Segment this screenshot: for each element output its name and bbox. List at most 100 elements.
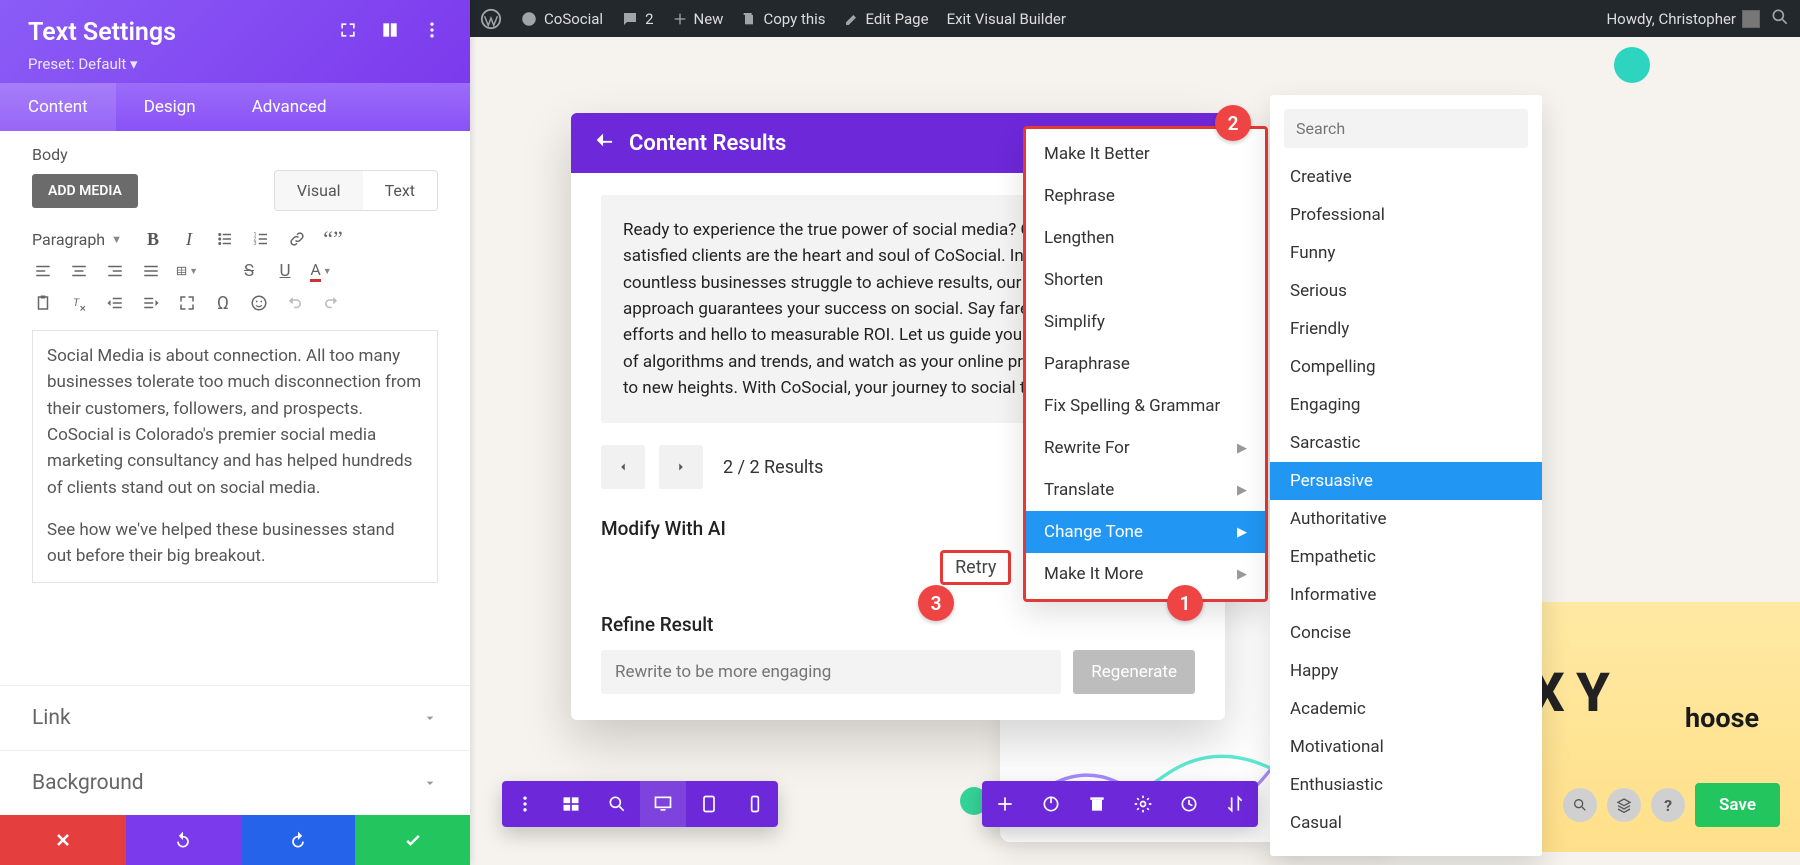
tablet-view-icon[interactable] [686, 781, 732, 827]
tone-item[interactable]: Persuasive [1270, 462, 1542, 500]
redo-icon[interactable] [320, 292, 342, 314]
ai-menu-item[interactable]: Make It More▶ [1026, 553, 1265, 595]
indent-icon[interactable] [140, 292, 162, 314]
wp-logo-icon[interactable] [480, 8, 502, 30]
ul-icon[interactable] [214, 228, 236, 250]
edit-page[interactable]: Edit Page [844, 10, 929, 28]
refine-input[interactable] [601, 650, 1061, 694]
italic-icon[interactable]: I [178, 228, 200, 250]
add-icon[interactable] [982, 781, 1028, 827]
wireframe-icon[interactable] [548, 781, 594, 827]
sort-icon[interactable] [1212, 781, 1258, 827]
ai-menu-item[interactable]: Shorten [1026, 259, 1265, 301]
tone-item[interactable]: Professional [1270, 196, 1542, 234]
ai-menu-item[interactable]: Rewrite For▶ [1026, 427, 1265, 469]
undo-button[interactable] [126, 815, 241, 865]
more-icon[interactable] [502, 781, 548, 827]
block-format-select[interactable]: Paragraph ▼ [32, 230, 128, 249]
save-button[interactable]: Save [1695, 783, 1780, 827]
tab-content[interactable]: Content [0, 83, 116, 131]
power-icon[interactable] [1028, 781, 1074, 827]
ai-menu-item[interactable]: Translate▶ [1026, 469, 1265, 511]
search-icon[interactable] [1770, 7, 1790, 31]
table-icon[interactable]: ▼ [176, 260, 198, 282]
preset-selector[interactable]: Preset: Default ▾ [28, 55, 442, 73]
emoji-icon[interactable] [248, 292, 270, 314]
site-name[interactable]: CoSocial [520, 10, 603, 28]
outdent-icon[interactable] [104, 292, 126, 314]
add-media-button[interactable]: ADD MEDIA [32, 174, 138, 208]
columns-icon[interactable] [380, 18, 400, 47]
link-icon[interactable] [286, 228, 308, 250]
undo-icon[interactable] [284, 292, 306, 314]
confirm-button[interactable] [355, 815, 470, 865]
retry-button[interactable]: Retry [940, 550, 1011, 585]
phone-view-icon[interactable] [732, 781, 778, 827]
back-icon[interactable] [593, 129, 615, 157]
comments[interactable]: 2 [621, 10, 653, 28]
tone-item[interactable]: Funny [1270, 234, 1542, 272]
history-icon[interactable] [1166, 781, 1212, 827]
special-char-icon[interactable]: Ω [212, 292, 234, 314]
text-color-icon[interactable]: A▼ [310, 260, 332, 282]
ai-menu-item[interactable]: Rephrase [1026, 175, 1265, 217]
expand-icon[interactable] [338, 18, 358, 47]
fullscreen-icon[interactable] [176, 292, 198, 314]
redo-button[interactable] [241, 815, 356, 865]
align-left-icon[interactable] [32, 260, 54, 282]
tone-item[interactable]: Academic [1270, 690, 1542, 728]
new-content[interactable]: New [672, 10, 724, 28]
next-result-button[interactable] [659, 445, 703, 489]
layers-icon[interactable] [1607, 788, 1641, 822]
ai-menu-item[interactable]: Paraphrase [1026, 343, 1265, 385]
editor-tab-visual[interactable]: Visual [275, 171, 363, 210]
tone-item[interactable]: Sarcastic [1270, 424, 1542, 462]
tone-item[interactable]: Concise [1270, 614, 1542, 652]
tone-item[interactable]: Compelling [1270, 348, 1542, 386]
bold-icon[interactable]: B [142, 228, 164, 250]
underline-icon[interactable]: U [274, 260, 296, 282]
ai-menu-item[interactable]: Change Tone▶ [1026, 511, 1265, 553]
search-page-icon[interactable] [1563, 788, 1597, 822]
desktop-view-icon[interactable] [640, 781, 686, 827]
tab-design[interactable]: Design [116, 83, 224, 131]
align-center-icon[interactable] [68, 260, 90, 282]
paste-icon[interactable] [32, 292, 54, 314]
tone-item[interactable]: Empathetic [1270, 538, 1542, 576]
tone-item[interactable]: Serious [1270, 272, 1542, 310]
tab-advanced[interactable]: Advanced [224, 83, 355, 131]
regenerate-button[interactable]: Regenerate [1073, 650, 1195, 694]
more-icon[interactable] [422, 18, 442, 47]
tone-item[interactable]: Engaging [1270, 386, 1542, 424]
copy-this[interactable]: Copy this [741, 10, 825, 28]
ol-icon[interactable]: 123 [250, 228, 272, 250]
align-justify-icon[interactable] [140, 260, 162, 282]
tone-item[interactable]: Motivational [1270, 728, 1542, 766]
cancel-button[interactable] [0, 815, 126, 865]
tone-item[interactable]: Authoritative [1270, 500, 1542, 538]
background-accordion[interactable]: Background [0, 750, 470, 815]
tone-item[interactable]: Creative [1270, 158, 1542, 196]
ai-menu-item[interactable]: Fix Spelling & Grammar [1026, 385, 1265, 427]
strike-icon[interactable]: S [238, 260, 260, 282]
zoom-icon[interactable] [594, 781, 640, 827]
ai-menu-item[interactable]: Lengthen [1026, 217, 1265, 259]
help-icon[interactable]: ? [1651, 788, 1685, 822]
align-right-icon[interactable] [104, 260, 126, 282]
trash-icon[interactable] [1074, 781, 1120, 827]
clear-format-icon[interactable]: T [68, 292, 90, 314]
tone-item[interactable]: Happy [1270, 652, 1542, 690]
ai-menu-item[interactable]: Simplify [1026, 301, 1265, 343]
tone-item[interactable]: Informative [1270, 576, 1542, 614]
howdy-user[interactable]: Howdy, Christopher [1606, 10, 1760, 28]
tone-item[interactable]: Friendly [1270, 310, 1542, 348]
link-accordion[interactable]: Link [0, 685, 470, 750]
tone-search-input[interactable] [1284, 109, 1528, 148]
editor-tab-text[interactable]: Text [363, 171, 437, 210]
exit-visual-builder[interactable]: Exit Visual Builder [947, 10, 1066, 28]
text-editor[interactable]: Social Media is about connection. All to… [32, 330, 438, 583]
tone-item[interactable]: Enthusiastic [1270, 766, 1542, 804]
tone-item[interactable]: Casual [1270, 804, 1542, 842]
gear-icon[interactable] [1120, 781, 1166, 827]
quote-icon[interactable]: “” [322, 228, 344, 250]
